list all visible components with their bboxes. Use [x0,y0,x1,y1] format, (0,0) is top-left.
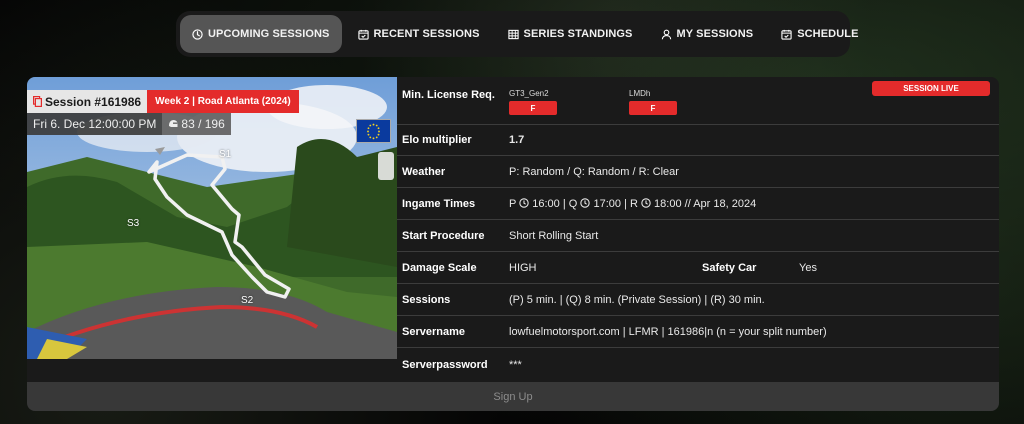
tab-schedule[interactable]: SCHEDULE [769,15,870,53]
track-image: Session #161986 Week 2 | Road Atlanta (2… [27,77,397,359]
damage-row: Damage Scale HIGH Safety Car Yes [397,253,999,284]
ingame-times-label: Ingame Times [402,198,476,210]
qualy-time: 17:00 [593,198,621,210]
ingame-times-value: P 16:00 | Q 17:00 | R 18:00 // Apr 18, 2… [509,198,756,210]
eu-flag-icon [356,119,391,143]
start-procedure-row: Start Procedure Short Rolling Start [397,221,999,252]
session-id-badge: Session #161986 [27,90,148,113]
tab-label: RECENT SESSIONS [373,28,480,40]
tab-recent-sessions[interactable]: RECENT SESSIONS [346,15,492,53]
race-prefix: | R [624,198,638,210]
user-icon [661,29,671,39]
copy-icon [33,96,42,107]
servername-row: Servername lowfuelmotorsport.com | LFMR … [397,317,999,348]
start-procedure-value: Short Rolling Start [509,230,599,242]
session-date: Fri 6. Dec 12:00:00 PM [27,113,163,135]
ingame-date: // Apr 18, 2024 [684,198,757,210]
license-label: Min. License Req. [402,89,495,101]
serverpassword-row: Serverpassword *** [397,349,999,380]
weather-row: Weather P: Random / Q: Random / R: Clear [397,157,999,188]
tab-label: UPCOMING SESSIONS [208,28,330,40]
license-row: Min. License Req. GT3_Gen2 F LMDh F SESS… [397,77,999,125]
serverpassword-value: *** [509,358,522,371]
elo-value: 1.7 [509,134,525,146]
carousel-handle[interactable] [378,152,394,180]
license-class: GT3_Gen2 F [509,89,557,115]
tab-my-sessions[interactable]: MY SESSIONS [649,15,766,53]
sessions-value: (P) 5 min. | (Q) 8 min. (Private Session… [509,294,765,306]
start-procedure-label: Start Procedure [402,230,485,242]
session-nav: UPCOMING SESSIONS RECENT SESSIONS SERIES… [176,11,858,57]
tab-upcoming-sessions[interactable]: UPCOMING SESSIONS [180,15,342,53]
slots-count: 83 / 196 [181,117,225,131]
practice-prefix: P [509,198,517,210]
servername-label: Servername [402,326,465,338]
session-header: Session #161986 Week 2 | Road Atlanta (2… [27,90,299,113]
safety-car-label: Safety Car [702,262,757,274]
sector-label-s2: S2 [241,295,254,306]
tab-series-standings[interactable]: SERIES STANDINGS [496,15,645,53]
sector-label-s3: S3 [127,218,140,229]
clock-icon [641,198,651,208]
slots-badge: 83 / 196 [162,113,231,135]
clock-icon [519,198,529,208]
ingame-times-row: Ingame Times P 16:00 | Q 17:00 | R 18:00… [397,189,999,220]
session-datetime: Fri 6. Dec 12:00:00 PM 83 / 196 [27,113,231,135]
license-class-name: GT3_Gen2 [509,89,549,98]
session-info-table: Min. License Req. GT3_Gen2 F LMDh F SESS… [397,77,999,379]
servername-value: lowfuelmotorsport.com | LFMR | 161986|n … [509,326,827,338]
damage-value: HIGH [509,262,537,274]
safety-car-value: Yes [799,262,817,274]
sign-up-button[interactable]: Sign Up [27,382,999,411]
qualy-prefix: | Q [562,198,578,210]
tab-label: SCHEDULE [797,28,859,40]
calendar-check-icon [781,29,792,40]
session-id: Session #161986 [45,94,142,109]
session-live-badge: SESSION LIVE [872,81,990,96]
helmet-icon [169,120,178,127]
elo-row: Elo multiplier 1.7 [397,125,999,156]
session-card: Session #161986 Week 2 | Road Atlanta (2… [27,77,999,411]
table-icon [507,29,519,39]
clock-icon [192,28,203,40]
serverpassword-label: Serverpassword [402,358,488,371]
weather-label: Weather [402,166,446,178]
license-grade-badge: F [509,101,557,115]
elo-label: Elo multiplier [402,134,472,146]
weather-value: P: Random / Q: Random / R: Clear [509,166,679,178]
damage-label: Damage Scale [402,262,477,274]
clock-icon [580,198,591,208]
practice-time: 16:00 [532,198,560,210]
calendar-check-icon [357,29,369,40]
week-track-badge: Week 2 | Road Atlanta (2024) [147,90,299,113]
tab-label: MY SESSIONS [676,28,754,40]
license-class-name: LMDh [629,89,651,98]
tab-label: SERIES STANDINGS [523,28,633,40]
license-grade-badge: F [629,101,677,115]
sector-label-s1: S1 [219,149,232,160]
sessions-row: Sessions (P) 5 min. | (Q) 8 min. (Privat… [397,285,999,316]
race-time: 18:00 [654,198,682,210]
license-class: LMDh F [629,89,677,115]
sessions-label: Sessions [402,294,451,306]
